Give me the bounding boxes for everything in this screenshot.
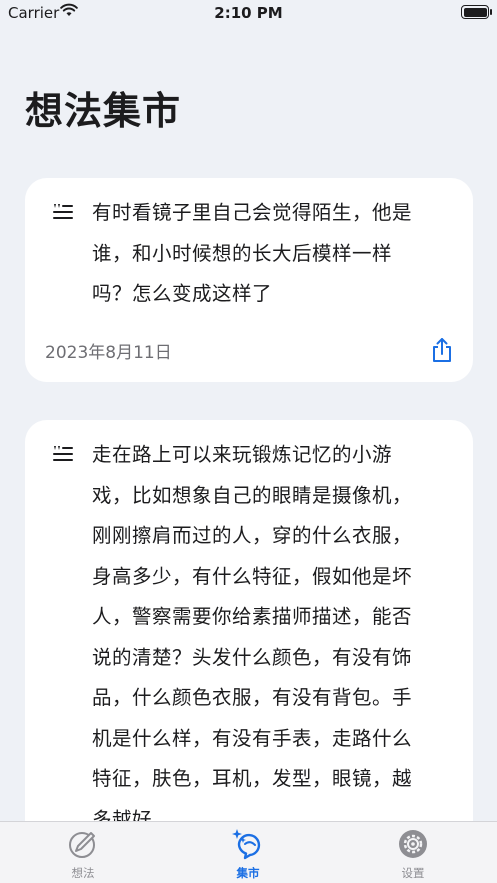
tab-bar: 想法 集市 设置 <box>0 821 497 883</box>
sparkle-bubble-icon <box>232 829 261 860</box>
share-button[interactable] <box>429 336 455 364</box>
status-bar: Carrier 2:10 PM <box>0 0 497 28</box>
gear-icon <box>399 830 427 858</box>
tab-market-label: 集市 <box>236 866 260 880</box>
quote-icon <box>52 202 74 224</box>
idea-text: 走在路上可以来玩锻炼记忆的小游戏，比如想象自己的眼睛是摄像机，刚刚擦肩而过的人，… <box>92 443 413 831</box>
tab-market[interactable]: 集市 <box>208 828 288 881</box>
idea-date: 2023年8月11日 <box>45 343 172 363</box>
pencil-circle-icon <box>69 832 95 858</box>
tab-settings-label: 设置 <box>401 866 425 880</box>
idea-card[interactable]: 有时看镜子里自己会觉得陌生，他是谁，和小时候想的长大后模样一样吗？怎么变成这样了… <box>25 178 473 382</box>
idea-text: 有时看镜子里自己会觉得陌生，他是谁，和小时候想的长大后模样一样吗？怎么变成这样了 <box>92 201 413 305</box>
battery-icon <box>461 5 492 19</box>
tab-ideas[interactable]: 想法 <box>43 828 123 881</box>
tab-ideas-label: 想法 <box>71 866 95 880</box>
idea-card[interactable]: 走在路上可以来玩锻炼记忆的小游戏，比如想象自己的眼睛是摄像机，刚刚擦肩而过的人，… <box>25 420 473 860</box>
quote-icon <box>52 444 74 466</box>
page-title: 想法集市 <box>25 89 182 133</box>
status-time: 2:10 PM <box>214 4 283 22</box>
share-icon <box>433 338 451 362</box>
tab-settings[interactable]: 设置 <box>373 828 453 881</box>
